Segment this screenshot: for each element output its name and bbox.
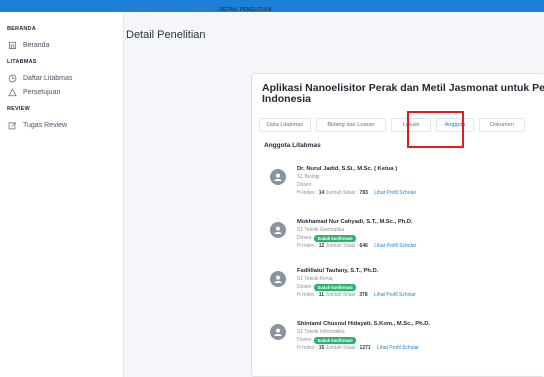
member-program: S1 Teknik Informatika [297, 329, 345, 335]
avatar [270, 324, 286, 340]
member-stats: H-Index : 12 Jumlah Sitasi : 646 Lihat P… [297, 243, 417, 249]
breadcrumb-item-daftar-litabmas[interactable]: DAFTAR LITABMAS [161, 7, 209, 13]
scholar-profile-link[interactable]: Lihat Profil Scholar [374, 190, 416, 196]
member-name: Shintami Chusnul Hidayati, S.Kom., M.Sc.… [297, 321, 431, 327]
member-stats: H-Index : 11 Jumlah Sitasi : 378 Lihat P… [297, 292, 416, 298]
scholar-profile-link[interactable]: Lihat Profil Scholar [377, 345, 419, 351]
breadcrumb-item-current: DETAIL PENELITIAN [219, 7, 272, 13]
tab-data-litabmas[interactable]: Data Litabmas [259, 118, 311, 132]
sidebar-item-daftar-litabmas[interactable]: Daftar Litabmas [0, 71, 123, 85]
tab-highlight-box [407, 111, 464, 148]
member-role: Dosen [297, 284, 312, 290]
member-role: Dosen [297, 235, 312, 241]
member-role: Dosen [297, 337, 312, 343]
sidebar-section-review: REVIEW [7, 106, 30, 112]
sidebar-item-beranda[interactable]: Beranda [0, 38, 123, 52]
user-icon [274, 226, 282, 234]
member-stats: H-Index : 15 Jumlah Sitasi : 1271 Lihat … [297, 345, 420, 351]
tab-bar: Data Litabmas Bidang dan Luaran Lokasi A… [259, 118, 530, 132]
user-icon [274, 275, 282, 283]
sidebar-item-label: Beranda [23, 41, 50, 49]
top-bar [0, 0, 544, 12]
member-name: Dr. Nurul Jadid, S.Si., M.Sc. ( Ketua ) [297, 166, 398, 172]
sidebar-section-litabmas: LITABMAS [7, 59, 37, 65]
home-icon [7, 40, 17, 50]
sidebar-item-persetujuan[interactable]: Persetujuan [0, 85, 123, 99]
scholar-profile-link[interactable]: Lihat Profil Scholar [374, 292, 416, 298]
breadcrumb-item-litabmas[interactable]: LITABMAS [126, 7, 152, 13]
member-program: S1 Teknik Kimia [297, 276, 333, 282]
member-name: Mokhamad Nur Cahyadi, S.T., M.Sc., Ph.D. [297, 219, 413, 225]
member-name: Fadlillatul Taufany, S.T., Ph.D. [297, 268, 379, 274]
tab-bidang-dan-luaran[interactable]: Bidang dan Luaran [316, 118, 386, 132]
member-program: S1 Teknik Geomatika [297, 227, 345, 233]
sidebar-item-label: Daftar Litabmas [23, 74, 73, 82]
status-badge: Sudah konfirmasi [314, 283, 356, 291]
avatar [270, 169, 286, 185]
status-badge: Sudah konfirmasi [314, 234, 356, 242]
sidebar: BERANDA Beranda LITABMAS Daftar Litabmas… [0, 12, 124, 377]
sidebar-item-label: Persetujuan [23, 88, 61, 96]
breadcrumb: LITABMAS > DAFTAR LITABMAS > DETAIL PENE… [126, 7, 272, 13]
sidebar-item-tugas-review[interactable]: Tugas Review [0, 118, 123, 132]
user-icon [274, 173, 282, 181]
research-title: Aplikasi Nanoelisitor Perak dan Metil Ja… [262, 82, 544, 105]
sidebar-section-beranda: BERANDA [7, 26, 36, 32]
scholar-profile-link[interactable]: Lihat Profil Scholar [374, 243, 416, 249]
avatar [270, 222, 286, 238]
page-title: Detail Penelitian [126, 29, 206, 41]
edit-icon [7, 120, 17, 130]
tab-dokumen[interactable]: Dokumen [479, 118, 525, 132]
avatar [270, 271, 286, 287]
research-detail-card: Aplikasi Nanoelisitor Perak dan Metil Ja… [251, 73, 544, 377]
member-stats: H-Index : 14 Jumlah Sitasi : 783 Lihat P… [297, 190, 417, 196]
sidebar-item-label: Tugas Review [23, 121, 68, 129]
member-role: Dosen [297, 182, 312, 188]
status-badge: Sudah konfirmasi [314, 336, 356, 344]
members-section-title: Anggota Litabmas [264, 142, 321, 149]
member-program: S1 Biologi [297, 174, 320, 180]
warning-icon [7, 87, 17, 97]
user-icon [274, 328, 282, 336]
clock-icon [7, 73, 17, 83]
